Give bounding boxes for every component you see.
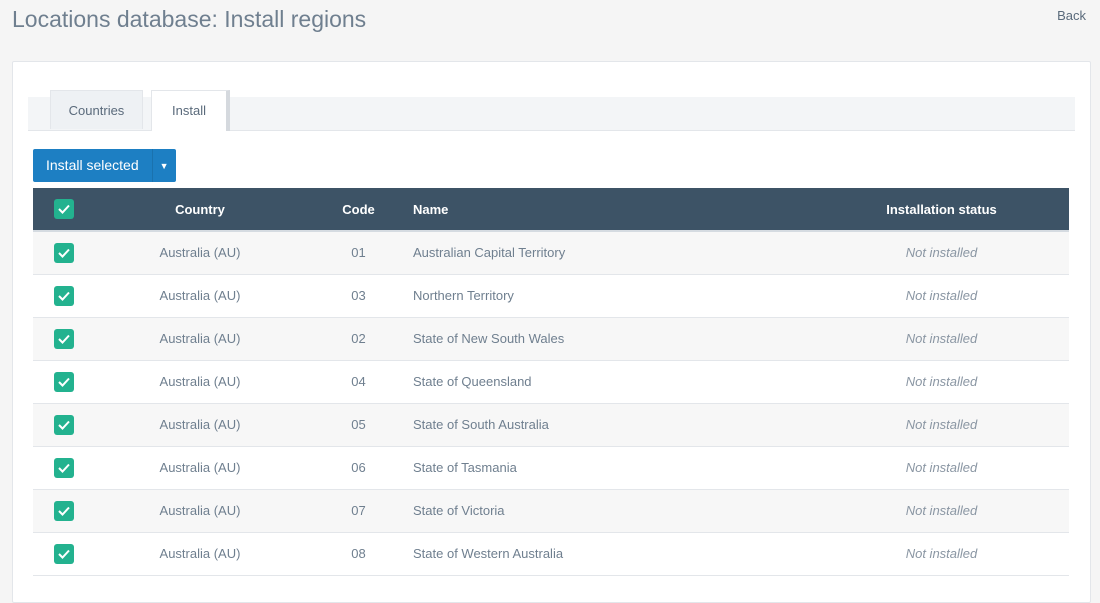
cell-name: State of Tasmania bbox=[413, 460, 517, 475]
check-icon bbox=[58, 248, 70, 258]
cell-country: Australia (AU) bbox=[159, 503, 241, 518]
cell-code: 06 bbox=[351, 460, 366, 475]
check-icon bbox=[58, 204, 70, 214]
table-row[interactable]: Australia (AU) 02 State of New South Wales… bbox=[33, 317, 1069, 360]
table-row[interactable]: Australia (AU) 08 State of Western Austral… bbox=[33, 532, 1069, 575]
row-check-cell bbox=[33, 231, 95, 274]
row-check-cell bbox=[33, 489, 95, 532]
check-icon bbox=[58, 291, 70, 301]
cell-country: Australia (AU) bbox=[159, 331, 241, 346]
caret-down-icon: ▼ bbox=[159, 160, 169, 171]
column-header-name[interactable]: Name bbox=[412, 188, 814, 232]
cell-name: Northern Territory bbox=[413, 288, 514, 303]
select-all-cell bbox=[33, 188, 95, 232]
main-panel: Countries Install Install selected ▼ Cou… bbox=[12, 61, 1091, 603]
tab-countries[interactable]: Countries bbox=[50, 90, 143, 129]
column-header-code[interactable]: Code bbox=[305, 188, 412, 232]
row-checkbox[interactable] bbox=[54, 328, 74, 349]
check-icon bbox=[58, 463, 70, 473]
cell-status: Not installed bbox=[905, 546, 978, 561]
row-check-cell bbox=[33, 532, 95, 575]
row-checkbox[interactable] bbox=[54, 543, 74, 564]
row-checkbox[interactable] bbox=[54, 414, 74, 435]
regions-table-container: Country Code Name Installation status Au… bbox=[33, 188, 1069, 576]
cell-name: State of Victoria bbox=[413, 503, 505, 518]
row-check-cell bbox=[33, 446, 95, 489]
tab-bar: Countries Install bbox=[28, 90, 1075, 131]
check-icon bbox=[58, 420, 70, 430]
row-checkbox[interactable] bbox=[54, 285, 74, 306]
table-row[interactable]: Australia (AU) 03 Northern Territory Not in… bbox=[33, 274, 1069, 317]
check-icon bbox=[58, 334, 70, 344]
cell-code: 01 bbox=[351, 245, 366, 261]
cell-country: Australia (AU) bbox=[159, 288, 241, 303]
regions-table: Country Code Name Installation status Au… bbox=[33, 188, 1069, 576]
cell-code: 08 bbox=[351, 546, 366, 561]
cell-status: Not installed bbox=[905, 460, 978, 475]
cell-name: State of Queensland bbox=[413, 374, 532, 389]
table-row[interactable]: Australia (AU) 01 Australian Capital Terri… bbox=[33, 231, 1069, 274]
row-checkbox[interactable] bbox=[54, 500, 74, 521]
column-header-status[interactable]: Installation status bbox=[814, 188, 1069, 232]
cell-code: 03 bbox=[351, 288, 366, 303]
cell-name: State of New South Wales bbox=[413, 331, 565, 346]
row-check-cell bbox=[33, 403, 95, 446]
row-checkbox[interactable] bbox=[54, 242, 74, 263]
install-options-dropdown[interactable]: ▼ bbox=[151, 149, 176, 182]
install-selected-button[interactable]: Install selected bbox=[33, 149, 152, 182]
column-header-country[interactable]: Country bbox=[95, 188, 305, 232]
tab-install[interactable]: Install bbox=[151, 90, 230, 131]
page-title: Locations database: Install regions bbox=[12, 6, 367, 32]
cell-name: State of South Australia bbox=[413, 417, 549, 432]
table-header-row: Country Code Name Installation status bbox=[33, 188, 1069, 232]
cell-country: Australia (AU) bbox=[159, 374, 241, 389]
cell-status: Not installed bbox=[905, 331, 978, 346]
table-row[interactable]: Australia (AU) 07 State of Victoria Not ins… bbox=[33, 489, 1069, 532]
cell-name: Australian Capital Territory bbox=[413, 245, 566, 261]
cell-code: 04 bbox=[351, 374, 366, 389]
check-icon bbox=[58, 377, 70, 387]
table-row[interactable]: Australia (AU) 05 State of South Australia… bbox=[33, 403, 1069, 446]
cell-code: 02 bbox=[351, 331, 366, 346]
row-check-cell bbox=[33, 274, 95, 317]
install-button-group: Install selected ▼ bbox=[33, 149, 176, 182]
select-all-checkbox[interactable] bbox=[54, 199, 74, 219]
table-row[interactable]: Australia (AU) 06 State of Tasmania Not ins… bbox=[33, 446, 1069, 489]
row-checkbox[interactable] bbox=[54, 371, 74, 392]
cell-status: Not installed bbox=[905, 417, 978, 432]
cell-status: Not installed bbox=[905, 288, 978, 303]
cell-country: Australia (AU) bbox=[159, 245, 241, 261]
cell-code: 07 bbox=[351, 503, 366, 518]
cell-status: Not installed bbox=[905, 374, 978, 389]
cell-status: Not installed bbox=[905, 245, 978, 261]
cell-code: 05 bbox=[351, 417, 366, 432]
back-link[interactable]: Back bbox=[1057, 8, 1086, 23]
table-row[interactable]: Australia (AU) 04 State of Queensland Not i… bbox=[33, 360, 1069, 403]
cell-country: Australia (AU) bbox=[159, 546, 241, 561]
row-check-cell bbox=[33, 317, 95, 360]
row-checkbox[interactable] bbox=[54, 457, 74, 478]
cell-country: Australia (AU) bbox=[159, 417, 241, 432]
cell-country: Australia (AU) bbox=[159, 460, 241, 475]
cell-name: State of Western Australia bbox=[413, 546, 564, 561]
cell-status: Not installed bbox=[905, 503, 978, 518]
check-icon bbox=[58, 549, 70, 559]
check-icon bbox=[58, 506, 70, 516]
row-check-cell bbox=[33, 360, 95, 403]
